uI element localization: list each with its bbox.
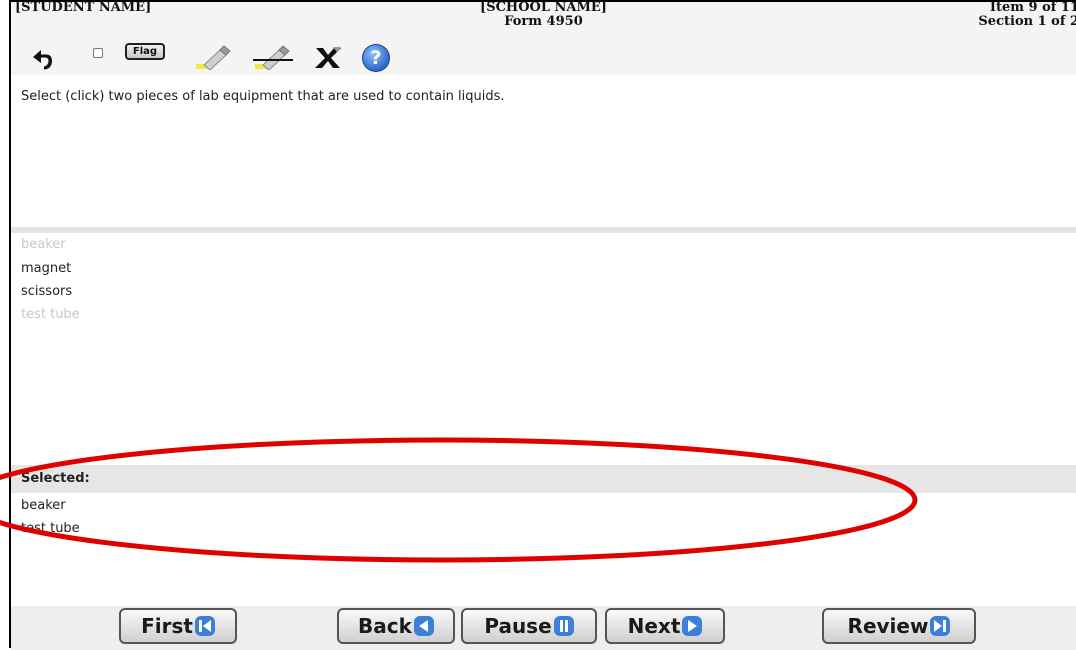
back-button[interactable]: Back [337,608,455,644]
question-area: Select (click) two pieces of lab equipme… [11,75,1076,227]
undo-arrow-icon[interactable] [30,48,56,74]
question-prompt: Select (click) two pieces of lab equipme… [21,89,505,104]
next-label: Next [627,614,681,638]
back-label: Back [358,614,412,638]
pause-icon [553,616,574,636]
toolbar: Flag ? [11,42,1076,75]
highlighter-icon[interactable] [194,44,234,70]
item-counter: Item 9 of 11 [989,0,1076,15]
choice-test-tube[interactable]: test tube [21,307,80,322]
flag-checkbox[interactable] [93,48,103,58]
school-name: [SCHOOL NAME] [480,0,607,15]
first-label: First [141,614,193,638]
choice-scissors[interactable]: scissors [21,284,72,299]
selected-header: Selected: [11,465,1076,493]
choice-list: beaker magnet scissors test tube [11,233,1076,463]
choice-beaker[interactable]: beaker [21,237,66,252]
pause-button[interactable]: Pause [461,608,597,644]
pause-label: Pause [484,614,552,638]
review-icon [930,616,951,636]
flag-button[interactable]: Flag [125,43,165,60]
back-icon [413,616,434,636]
selected-item-test-tube[interactable]: test tube [21,521,80,536]
next-icon [682,616,703,636]
next-button[interactable]: Next [605,608,725,644]
help-button[interactable]: ? [362,44,390,72]
first-button[interactable]: First [119,608,237,644]
form-number: Form 4950 [504,14,583,29]
selected-heading: Selected: [21,471,90,486]
section-counter: Section 1 of 2 [978,14,1076,29]
review-label: Review [847,614,929,638]
navigation-bar: First Back Pause Next Review [11,606,1076,650]
first-icon [194,616,215,636]
test-window: [STUDENT NAME] [SCHOOL NAME] Form 4950 I… [9,0,1076,650]
selected-item-beaker[interactable]: beaker [21,498,66,513]
header-bar: [STUDENT NAME] [SCHOOL NAME] Form 4950 I… [11,0,1076,42]
choice-magnet[interactable]: magnet [21,261,71,276]
help-icon: ? [370,47,382,69]
eliminate-choice-icon[interactable] [311,45,345,71]
review-button[interactable]: Review [822,608,976,644]
remove-highlight-icon[interactable] [251,44,295,70]
